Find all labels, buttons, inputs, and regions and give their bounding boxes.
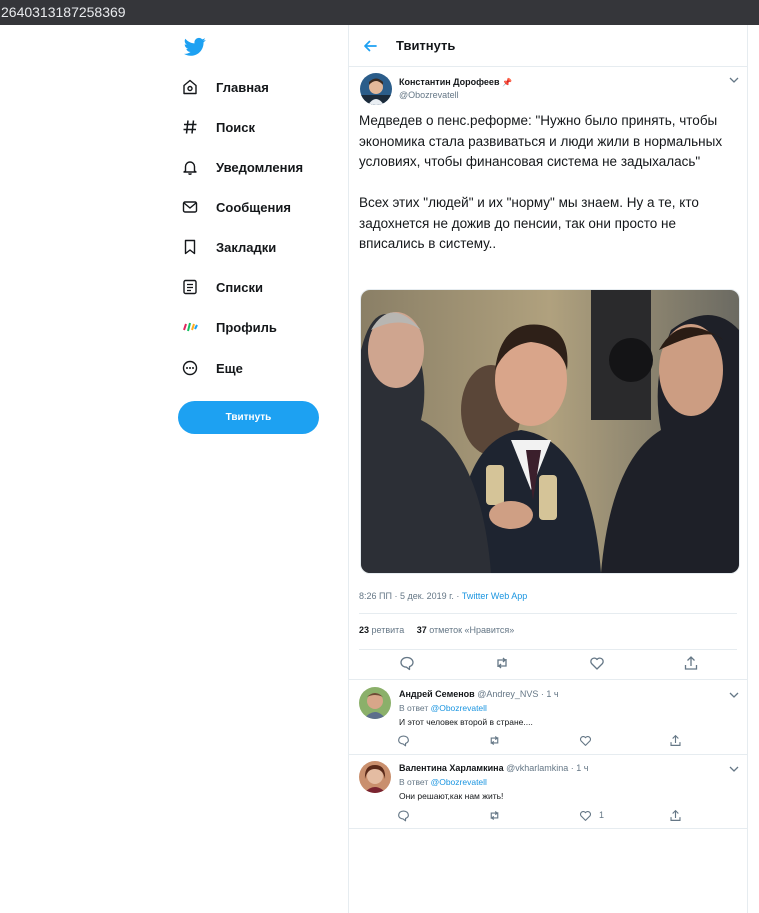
tweet-timestamp: 8:26 ПП · 5 дек. 2019 г. · Twitter Web A… [359, 591, 527, 601]
divider [349, 679, 747, 680]
pin-icon: 📌 [502, 78, 512, 87]
reply-icon[interactable] [397, 734, 410, 747]
bookmark-icon [182, 238, 204, 256]
envelope-icon [182, 198, 204, 216]
sidebar-item-label: Главная [216, 79, 269, 95]
divider [359, 649, 737, 650]
reply-icon[interactable] [397, 809, 410, 822]
home-icon [182, 78, 204, 96]
hashtag-icon [182, 118, 204, 136]
like-heart-icon[interactable] [579, 809, 592, 822]
sidebar: Главная Поиск Уведомления Сообщения Закл… [170, 25, 348, 913]
sidebar-item-home[interactable]: Главная [182, 73, 269, 101]
sidebar-item-more[interactable]: Еще [182, 354, 243, 382]
sidebar-item-label: Списки [216, 279, 263, 295]
list-icon [182, 278, 204, 296]
author-avatar[interactable] [360, 73, 392, 105]
reply-text: И этот человек второй в стране.... [399, 717, 533, 727]
mention-link[interactable]: @Obozrevatell [431, 777, 487, 787]
sidebar-item-label: Еще [216, 360, 243, 376]
sidebar-item-messages[interactable]: Сообщения [182, 193, 291, 221]
reply-text: Они решают,как нам жить! [399, 791, 504, 801]
reply-to: В ответ @Obozrevatell [399, 703, 487, 713]
tweet-stats: 23 ретвита 37 отметок «Нравится» [359, 625, 514, 635]
chevron-down-icon[interactable] [729, 691, 739, 699]
divider [349, 828, 747, 829]
sidebar-item-label: Сообщения [216, 199, 291, 215]
sidebar-item-label: Профиль [216, 319, 277, 335]
chevron-down-icon[interactable] [729, 765, 739, 773]
tweet-text: Медведев о пенс.реформе: "Нужно было при… [359, 113, 723, 251]
reply-author[interactable]: Андрей Семенов @Andrey_NVS · 1 ч [399, 689, 559, 699]
mention-link[interactable]: @Obozrevatell [431, 703, 487, 713]
sidebar-item-label: Закладки [216, 239, 277, 255]
like-heart-icon[interactable] [589, 655, 605, 671]
sidebar-item-bookmarks[interactable]: Закладки [182, 233, 276, 261]
divider [359, 613, 737, 614]
tweet-photo[interactable] [360, 289, 740, 574]
compose-tweet-button[interactable]: Твитнуть [178, 401, 319, 434]
retweet-icon[interactable] [488, 809, 501, 822]
like-heart-icon[interactable] [579, 734, 592, 747]
address-text: 2640313187258369 [1, 4, 126, 20]
sidebar-item-label: Уведомления [216, 159, 304, 175]
bell-icon [182, 158, 204, 176]
divider [349, 754, 747, 755]
chevron-down-icon[interactable] [729, 76, 739, 84]
profile-avatar-icon [182, 318, 204, 336]
share-icon[interactable] [683, 655, 699, 671]
reply-to: В ответ @Obozrevatell [399, 777, 487, 787]
address-bar[interactable]: 2640313187258369 [0, 0, 759, 25]
likes-stat[interactable]: 37 отметок «Нравится» [417, 625, 515, 635]
like-count: 1 [599, 810, 605, 820]
retweet-icon[interactable] [488, 734, 501, 747]
retweet-icon[interactable] [494, 655, 510, 671]
twitter-logo-icon[interactable] [184, 37, 206, 57]
page-title: Твитнуть [396, 38, 456, 53]
sidebar-item-label: Поиск [216, 119, 256, 135]
reply-author[interactable]: Валентина Харламкина @vkharlamkina · 1 ч [399, 763, 588, 773]
main-column: Твитнуть Константин Дорофеев 📌 @Obozreva… [348, 25, 748, 913]
reply-avatar[interactable] [359, 761, 391, 793]
retweets-stat[interactable]: 23 ретвита [359, 625, 404, 635]
more-circle-icon [182, 359, 204, 377]
sidebar-item-search[interactable]: Поиск [182, 113, 255, 141]
tweet-photo-image [361, 290, 739, 573]
share-icon[interactable] [669, 734, 682, 747]
reply-icon[interactable] [399, 655, 415, 671]
tweet-source-link[interactable]: Twitter Web App [462, 591, 527, 601]
author-handle[interactable]: @Obozrevatell [399, 90, 459, 100]
share-icon[interactable] [669, 809, 682, 822]
sidebar-item-profile[interactable]: Профиль [182, 313, 277, 341]
back-arrow-icon[interactable] [362, 38, 378, 54]
author-name[interactable]: Константин Дорофеев 📌 [399, 77, 512, 87]
sidebar-item-notifications[interactable]: Уведомления [182, 153, 303, 181]
reply-avatar[interactable] [359, 687, 391, 719]
tweet-date[interactable]: 8:26 ПП · 5 дек. 2019 г. · [359, 591, 462, 601]
sidebar-item-lists[interactable]: Списки [182, 273, 263, 301]
page-header: Твитнуть [349, 25, 747, 67]
